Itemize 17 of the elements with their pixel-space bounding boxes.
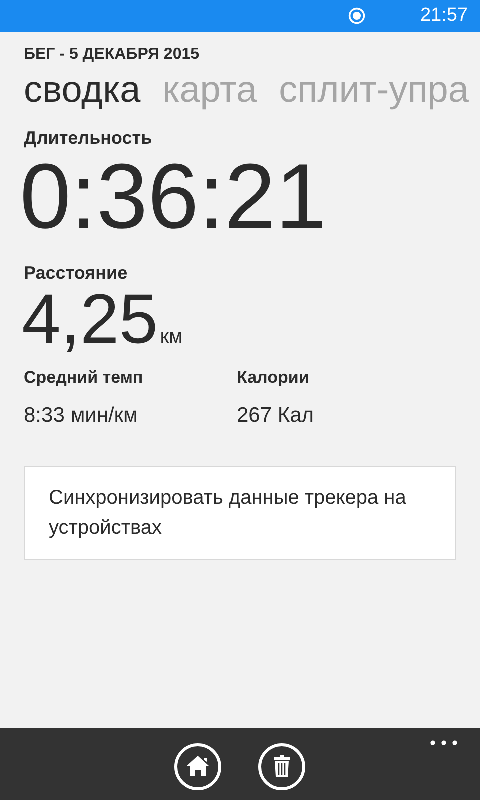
stat-value: 267 Кал <box>237 404 316 428</box>
distance-unit: км <box>160 326 183 349</box>
more-icon[interactable] <box>430 740 458 746</box>
duration-value: 0:36:21 <box>20 149 328 245</box>
stat-label: Средний темп <box>24 368 144 388</box>
record-icon <box>348 7 366 25</box>
stat-value: 8:33 мин/км <box>24 404 139 428</box>
home-icon[interactable] <box>174 743 222 791</box>
distance-value: 4,25 <box>22 284 158 354</box>
pivot-tab[interactable]: сводка <box>24 68 141 112</box>
duration-label: Длительность <box>24 128 154 149</box>
stat-label: Калории <box>237 368 310 388</box>
page-title: БЕГ - 5 ДЕКАБРЯ 2015 <box>24 46 201 64</box>
clock-time: 21:57 <box>420 5 468 27</box>
distance-label: Расстояние <box>24 263 129 284</box>
sync-button[interactable]: Синхронизировать данные трекера на устройствах <box>24 466 456 560</box>
trash-icon[interactable] <box>258 743 306 791</box>
